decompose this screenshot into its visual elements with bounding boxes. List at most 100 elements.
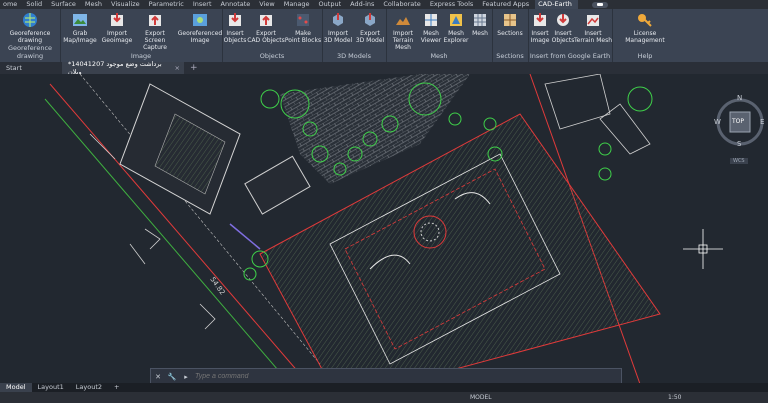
drawing-canvas[interactable]: 54.82 N S E W TOP WCS [0, 74, 768, 384]
export-capture-label-2: Screen Capture [143, 37, 167, 51]
import-icon [111, 13, 123, 26]
insert-image-label-2: Image [530, 37, 550, 44]
tab-annotate[interactable]: Annotate [218, 0, 257, 9]
export-screen-capture-button[interactable]: Export Screen Capture [132, 12, 178, 51]
panel-sections: Sections Sections [492, 9, 529, 62]
tab-express-tools[interactable]: Express Tools [427, 0, 479, 9]
wcs-menu[interactable]: WCS [730, 158, 748, 164]
ribbon-toggle-button[interactable] [591, 1, 608, 8]
viewcube-east[interactable]: E [760, 118, 764, 126]
insert-objects-icon [229, 13, 241, 26]
tab-addins[interactable]: Add-ins [347, 0, 380, 9]
tab-view[interactable]: View [256, 0, 280, 9]
annotation-scale[interactable]: 1:50 [668, 394, 681, 401]
mesh-viewer-button[interactable]: Mesh Viewer [418, 12, 444, 44]
insert-objects-label-2: Objects [223, 37, 247, 44]
panel-google-earth: Insert Image Insert Objects Insert Terra… [528, 9, 613, 62]
close-tab-icon[interactable]: × [175, 64, 180, 72]
document-tabs: Start *برداشت وضع موجود 14041207 ویلان ×… [0, 60, 768, 76]
point-blocks-icon [297, 14, 309, 26]
model-space-toggle[interactable]: MODEL [470, 394, 492, 401]
export-3d-model-button[interactable]: Export 3D Model [354, 12, 386, 44]
tab-start[interactable]: Start [6, 64, 22, 72]
mesh-explorer-button[interactable]: Mesh Explorer [442, 12, 470, 44]
globe-icon [23, 13, 37, 27]
insert-image-button[interactable]: Insert Image [528, 12, 552, 44]
georeferenced-image-button[interactable]: Georeferenced Image [178, 12, 222, 44]
insert-google-objects-label-2: Objects [551, 37, 575, 44]
tab-home[interactable]: ome [0, 0, 23, 9]
mesh-viewer-label-1: Mesh [423, 30, 439, 37]
tab-manage[interactable]: Manage [281, 0, 316, 9]
mesh-dropdown-label: Mesh [472, 30, 488, 37]
insert-image-icon [534, 13, 546, 26]
tab-visualize[interactable]: Visualize [108, 0, 146, 9]
import-3d-label-2: 3D Model [323, 37, 353, 44]
map-grab-icon [73, 14, 87, 26]
export-cad-objects-button[interactable]: Export CAD Objects [246, 12, 286, 44]
mesh-explorer-label-2: Explorer [443, 37, 469, 44]
import-geoimage-label-1: Import [107, 30, 127, 37]
viewcube-west[interactable]: W [714, 118, 721, 126]
close-command-icon[interactable]: ✕ [151, 373, 165, 381]
export-cad-label-2: CAD Objects [247, 37, 285, 44]
tab-model[interactable]: Model [0, 383, 32, 392]
insert-google-objects-icon [557, 14, 569, 26]
import-3d-model-button[interactable]: Import 3D Model [322, 12, 354, 44]
export-3d-label-2: 3D Model [355, 37, 385, 44]
command-input[interactable] [193, 372, 597, 381]
tab-solid[interactable]: Solid [23, 0, 48, 9]
tab-layout2[interactable]: Layout2 [70, 383, 108, 392]
grab-label-1: Grab [72, 30, 88, 37]
make-point-blocks-button[interactable]: Make Point Blocks [284, 12, 322, 44]
insert-terrain-mesh-button[interactable]: Insert Terrain Mesh [574, 12, 612, 44]
viewcube[interactable]: N S E W TOP [714, 94, 766, 148]
history-command-icon[interactable]: ▸ [179, 373, 193, 381]
viewcube-south[interactable]: S [737, 140, 741, 148]
tab-output[interactable]: Output [316, 0, 348, 9]
tab-insert[interactable]: Insert [190, 0, 218, 9]
drawing-svg: 54.82 [44, 74, 723, 384]
ribbon-toggle-icon [596, 3, 603, 6]
import-geoimage-button[interactable]: Import Geoimage [98, 12, 136, 44]
panel-title-3d-models: 3D Models [336, 52, 372, 60]
3d-import-icon [333, 13, 343, 26]
georeference-drawing-button[interactable]: Georeference drawing [0, 12, 60, 44]
viewcube-top[interactable]: TOP [732, 118, 744, 125]
panel-3d-models: Import 3D Model Export 3D Model 3D Model… [322, 9, 387, 62]
mesh-explorer-label-1: Mesh [448, 30, 464, 37]
import-terrain-mesh-button[interactable]: Import Terrain Mesh [386, 12, 420, 51]
insert-objects-button[interactable]: Insert Objects [222, 12, 248, 44]
customize-command-icon[interactable]: 🔧 [165, 373, 179, 381]
tab-parametric[interactable]: Parametric [146, 0, 190, 9]
import-3d-label-1: Import [328, 30, 348, 37]
tab-active-drawing[interactable]: *برداشت وضع موجود 14041207 ویلان × [62, 60, 184, 76]
viewcube-north[interactable]: N [737, 94, 742, 102]
tab-collaborate[interactable]: Collaborate [380, 0, 426, 9]
house-outlines [544, 74, 651, 155]
panel-title-mesh: Mesh [430, 52, 448, 60]
mesh-dropdown-button[interactable]: Mesh [468, 12, 492, 37]
license-management-button[interactable]: License Management [622, 12, 668, 44]
grab-map-image-button[interactable]: Grab Map/Image [60, 12, 100, 44]
tab-surface[interactable]: Surface [48, 0, 82, 9]
tab-mesh[interactable]: Mesh [82, 0, 108, 9]
panel-georeference: Georeference drawing Georeference drawin… [0, 9, 61, 62]
export-capture-label-1: Export [145, 30, 165, 37]
export-cad-icon [260, 15, 272, 26]
new-tab-button[interactable]: + [190, 63, 198, 73]
insert-google-objects-label-1: Insert [554, 30, 572, 37]
license-key-icon [638, 14, 652, 27]
tab-featured-apps[interactable]: Featured Apps [479, 0, 535, 9]
insert-terrain-icon [587, 15, 599, 26]
insert-google-objects-button[interactable]: Insert Objects [550, 12, 576, 44]
panel-title-help: Help [637, 52, 653, 60]
crosshair-cursor [683, 229, 723, 269]
panel-mesh: Import Terrain Mesh Mesh Viewer Mesh Exp… [386, 9, 493, 62]
sections-button[interactable]: Sections [492, 12, 528, 37]
add-layout-button[interactable]: + [108, 383, 125, 392]
mesh-explorer-icon [450, 14, 462, 26]
tab-cad-earth[interactable]: CAD-Earth [535, 0, 578, 9]
georef-image-icon [193, 14, 207, 26]
tab-layout1[interactable]: Layout1 [32, 383, 70, 392]
